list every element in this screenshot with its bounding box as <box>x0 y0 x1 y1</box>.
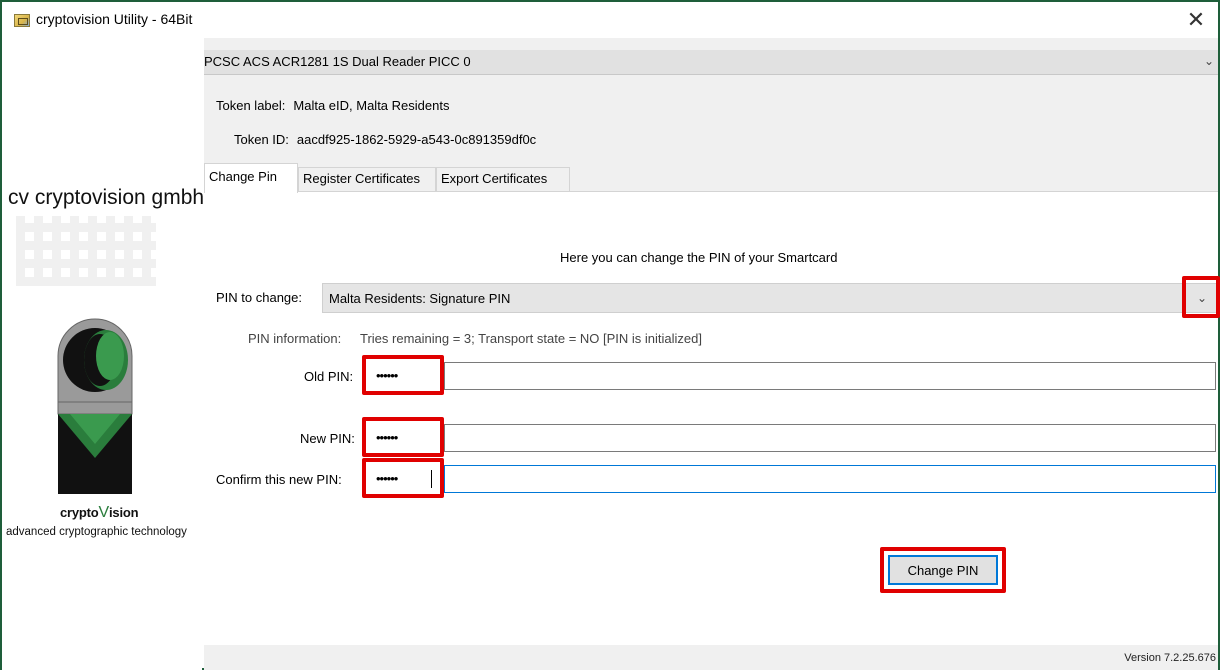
company-name: cv cryptovision gmbh <box>8 186 205 209</box>
reader-select-value: PCSC ACS ACR1281 1S Dual Reader PICC 0 <box>204 54 471 69</box>
new-pin-label: New PIN: <box>300 431 355 446</box>
app-icon <box>14 14 30 27</box>
reader-select[interactable]: PCSC ACS ACR1281 1S Dual Reader PICC 0 ⌄ <box>204 50 1218 75</box>
old-pin-label: Old PIN: <box>304 369 354 384</box>
window-title: cryptovision Utility - 64Bit <box>36 11 193 27</box>
highlight-box <box>362 355 444 395</box>
pin-to-change-select[interactable]: Malta Residents: Signature PIN ⌄ <box>322 283 1218 313</box>
tab-register-certificates[interactable]: Register Certificates <box>298 167 436 191</box>
highlight-box <box>1182 276 1220 318</box>
main-panel: PCSC ACS ACR1281 1S Dual Reader PICC 0 ⌄… <box>204 38 1220 670</box>
highlight-box <box>362 417 444 457</box>
chevron-down-icon[interactable]: ⌄ <box>1202 54 1216 68</box>
tab-change-pin[interactable]: Change Pin <box>204 163 298 193</box>
close-icon[interactable]: ✕ <box>1182 6 1210 34</box>
new-pin-field[interactable] <box>444 424 1216 452</box>
token-id-value: aacdf925-1862-5929-a543-0c891359df0c <box>296 132 537 147</box>
brand-panel: cv cryptovision gmbh cryptoVision advanc… <box>2 38 205 670</box>
change-pin-tab-content: Here you can change the PIN of your Smar… <box>204 191 1220 645</box>
token-id-row: Token ID: aacdf925-1862-5929-a543-0c89135… <box>234 132 536 147</box>
app-window: cryptovision Utility - 64Bit ✕ cv crypto… <box>0 0 1220 670</box>
pin-information-value: Tries remaining = 3; Transport state = N… <box>360 331 702 346</box>
title-bar: cryptovision Utility - 64Bit ✕ <box>2 2 1218 38</box>
highlight-box <box>362 458 444 498</box>
token-label-row: Token label: Malta eID, Malta Residents <box>216 98 449 113</box>
version-label: Version 7.2.25.676 <box>1124 652 1216 664</box>
token-label-key: Token label: <box>216 98 286 113</box>
decorative-pattern <box>16 216 156 286</box>
tab-export-certificates[interactable]: Export Certificates <box>436 167 570 191</box>
highlight-box <box>880 547 1006 593</box>
pin-information-label: PIN information: <box>248 331 342 346</box>
cryptovision-logo <box>57 318 133 494</box>
confirm-pin-label: Confirm this new PIN: <box>216 472 342 487</box>
brand-tagline: advanced cryptographic technology <box>6 526 187 538</box>
token-id-key: Token ID: <box>234 132 289 147</box>
token-label-value: Malta eID, Malta Residents <box>293 98 450 113</box>
status-bar: Version 7.2.25.676 <box>204 646 1218 670</box>
old-pin-field[interactable] <box>444 362 1216 390</box>
change-pin-heading: Here you can change the PIN of your Smar… <box>560 250 838 265</box>
logo-wordmark: cryptoVision <box>60 504 139 521</box>
pin-to-change-value: Malta Residents: Signature PIN <box>329 291 511 306</box>
pin-to-change-label: PIN to change: <box>216 290 302 305</box>
confirm-pin-field[interactable] <box>444 465 1216 493</box>
